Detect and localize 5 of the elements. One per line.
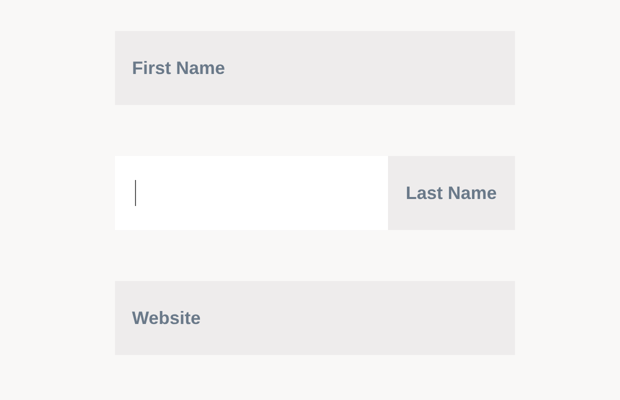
- field-label: Last Name: [388, 156, 515, 230]
- input-field[interactable]: Last Name: [115, 156, 515, 230]
- field-label: First Name: [131, 56, 226, 80]
- text-cursor-icon: [135, 180, 136, 206]
- field-label: Website: [131, 306, 201, 330]
